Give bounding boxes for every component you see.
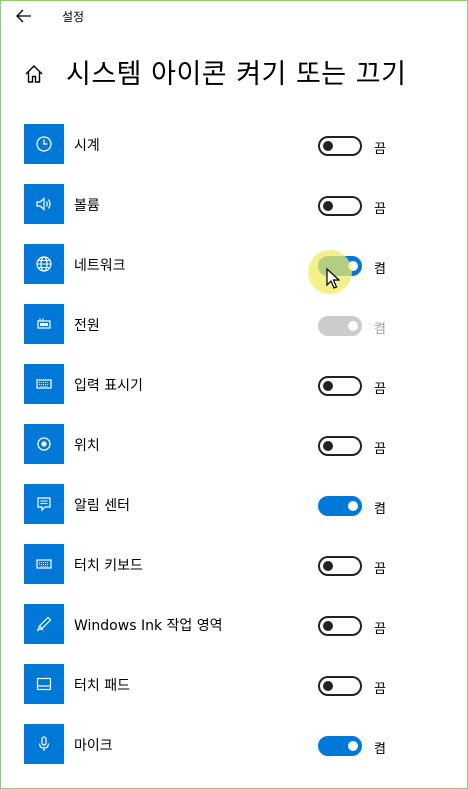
home-button[interactable] xyxy=(22,62,46,86)
list-item: Windows Ink 작업 영역 끔 xyxy=(0,596,468,656)
list-item: 마이크 켬 xyxy=(0,716,468,776)
toggle-switch[interactable] xyxy=(318,436,362,456)
item-label: 알림 센터 xyxy=(74,498,130,514)
toggle-state: 끔 xyxy=(374,562,386,577)
toggle-state: 켬 xyxy=(374,322,386,337)
battery-icon xyxy=(24,304,64,344)
toggle-state: 켬 xyxy=(374,262,386,277)
toggle-switch[interactable] xyxy=(318,616,362,636)
item-label: 볼륨 xyxy=(74,198,100,214)
toggle-state: 끔 xyxy=(374,682,386,697)
toggle-knob xyxy=(348,741,358,751)
toggle-switch[interactable] xyxy=(318,736,362,756)
microphone-icon xyxy=(24,724,64,764)
list-item: 터치 패드 끔 xyxy=(0,656,468,716)
pen-icon xyxy=(24,604,64,644)
keyboard-icon xyxy=(24,364,64,404)
page-header: 시스템 아이콘 켜기 또는 끄기 xyxy=(0,50,468,94)
toggle-state: 끔 xyxy=(374,622,386,637)
globe-icon xyxy=(24,244,64,284)
toggle-state: 끔 xyxy=(374,202,386,217)
title-bar: 설정 xyxy=(0,0,468,32)
item-label: 시계 xyxy=(74,138,100,154)
back-button[interactable] xyxy=(10,4,38,28)
toggle-switch[interactable] xyxy=(318,196,362,216)
toggle-state: 끔 xyxy=(374,442,386,457)
toggle-knob xyxy=(323,681,333,691)
list-item: 터치 키보드 끔 xyxy=(0,536,468,596)
toggle-state: 켬 xyxy=(374,742,386,757)
page-title: 시스템 아이콘 켜기 또는 끄기 xyxy=(66,59,407,90)
toggle-state: 끔 xyxy=(374,142,386,157)
toggle-switch[interactable] xyxy=(318,676,362,696)
item-label: 마이크 xyxy=(74,738,113,754)
toggle-knob xyxy=(348,321,358,331)
location-icon xyxy=(24,424,64,464)
touchpad-icon xyxy=(24,664,64,704)
list-item: 알림 센터 켬 xyxy=(0,476,468,536)
item-label: Windows Ink 작업 영역 xyxy=(74,618,223,634)
toggle-knob xyxy=(323,561,333,571)
toggle-knob xyxy=(323,621,333,631)
toggle-switch xyxy=(318,316,362,336)
toggle-knob xyxy=(323,201,333,211)
list-item: 볼륨 끔 xyxy=(0,176,468,236)
item-label: 네트워크 xyxy=(74,258,126,274)
item-label: 터치 키보드 xyxy=(74,558,143,574)
toggle-knob xyxy=(323,141,333,151)
item-label: 터치 패드 xyxy=(74,678,130,694)
item-label: 입력 표시기 xyxy=(74,378,143,394)
action-center-icon xyxy=(24,484,64,524)
toggle-switch[interactable] xyxy=(318,496,362,516)
toggle-knob xyxy=(323,381,333,391)
window-title: 설정 xyxy=(62,10,85,24)
toggle-switch[interactable] xyxy=(318,376,362,396)
list-item: 네트워크 켬 xyxy=(0,236,468,296)
toggle-state: 켬 xyxy=(374,502,386,517)
item-label: 전원 xyxy=(74,318,100,334)
toggle-state: 끔 xyxy=(374,382,386,397)
toggle-knob xyxy=(348,501,358,511)
clock-icon xyxy=(24,124,64,164)
back-arrow-icon xyxy=(16,9,31,23)
touch-keyboard-icon xyxy=(24,544,64,584)
list-item: 전원 켬 xyxy=(0,296,468,356)
list-item: 시계 끔 xyxy=(0,116,468,176)
list-item: 입력 표시기 끔 xyxy=(0,356,468,416)
home-icon xyxy=(25,65,43,83)
mouse-pointer-icon xyxy=(326,268,340,289)
toggle-switch[interactable] xyxy=(318,136,362,156)
speaker-icon xyxy=(24,184,64,224)
toggle-knob xyxy=(323,441,333,451)
list-item: 위치 끔 xyxy=(0,416,468,476)
toggle-switch[interactable] xyxy=(318,556,362,576)
item-label: 위치 xyxy=(74,438,100,454)
